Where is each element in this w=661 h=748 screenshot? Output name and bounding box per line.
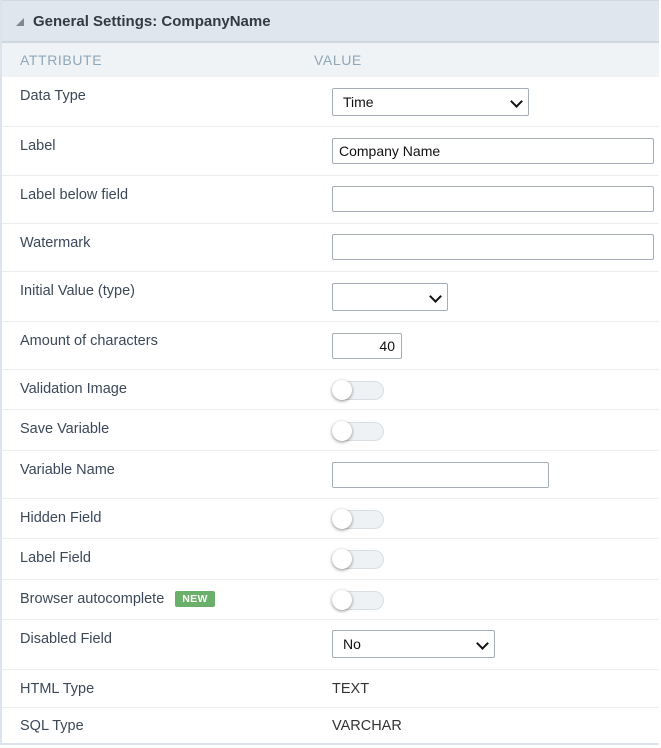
row-label-text: Browser autocomplete: [20, 591, 165, 607]
row-variable-name: Variable Name: [2, 451, 659, 499]
row-label: Label: [20, 138, 56, 154]
toggle-knob: [332, 509, 352, 529]
row-label: Label below field: [20, 187, 129, 203]
row-initial-value: Initial Value (type): [2, 272, 659, 322]
browser-autocomplete-toggle[interactable]: [332, 590, 384, 610]
row-label: Hidden Field: [20, 510, 102, 526]
row-label: Initial Value (type): [20, 283, 135, 299]
validation-image-toggle[interactable]: [332, 380, 384, 400]
html-type-value: TEXT: [332, 681, 370, 697]
sql-type-value: VARCHAR: [332, 718, 402, 734]
toggle-knob: [332, 549, 352, 569]
watermark-input[interactable]: [332, 234, 654, 260]
row-label: Label Field: [20, 550, 91, 566]
row-label: Save Variable: [20, 421, 110, 437]
save-variable-toggle[interactable]: [332, 421, 384, 441]
row-label-below-field: Label below field: [2, 176, 659, 224]
column-headers: ATTRIBUTE VALUE: [2, 43, 659, 77]
row-label: Label Company Name: [2, 127, 659, 176]
amount-of-characters-input[interactable]: 40: [332, 333, 402, 359]
data-type-selected: Time: [343, 94, 374, 110]
row-label: SQL Type: [20, 718, 84, 734]
variable-name-input[interactable]: [332, 462, 549, 488]
row-label: Variable Name: [20, 462, 115, 478]
hidden-field-toggle[interactable]: [332, 509, 384, 529]
row-label: HTML Type: [20, 681, 95, 697]
collapse-triangle-icon[interactable]: [16, 18, 24, 26]
disabled-field-selected: No: [343, 636, 361, 652]
initial-value-select[interactable]: [332, 283, 448, 311]
label-below-field-input[interactable]: [332, 186, 654, 212]
label-input[interactable]: Company Name: [332, 138, 654, 164]
row-label: Browser autocomplete NEW: [2, 580, 332, 619]
general-settings-panel: General Settings: CompanyName ATTRIBUTE …: [0, 0, 659, 745]
label-field-toggle[interactable]: [332, 549, 384, 569]
toggle-knob: [332, 590, 352, 610]
new-badge: NEW: [175, 591, 215, 607]
value-column-header: VALUE: [314, 52, 362, 68]
row-validation-image: Validation Image: [2, 370, 659, 410]
toggle-knob: [332, 380, 352, 400]
row-html-type: HTML Type TEXT: [2, 670, 659, 708]
row-hidden-field: Hidden Field: [2, 499, 659, 539]
row-amount-of-characters: Amount of characters 40: [2, 322, 659, 370]
row-browser-autocomplete: Browser autocomplete NEW: [2, 580, 659, 620]
row-watermark: Watermark: [2, 224, 659, 272]
row-label: Amount of characters: [20, 333, 158, 349]
chevron-down-icon: [510, 95, 523, 108]
disabled-field-select[interactable]: No: [332, 630, 495, 658]
panel-title: General Settings: CompanyName: [33, 12, 271, 30]
row-label: Disabled Field: [20, 631, 112, 647]
row-label: Watermark: [20, 235, 91, 251]
row-label: Data Type: [20, 88, 86, 104]
panel-header[interactable]: General Settings: CompanyName: [2, 0, 659, 43]
row-label-field: Label Field: [2, 539, 659, 580]
toggle-knob: [332, 421, 352, 441]
row-sql-type: SQL Type VARCHAR: [2, 708, 659, 746]
row-save-variable: Save Variable: [2, 410, 659, 451]
row-disabled-field: Disabled Field No: [2, 620, 659, 670]
attribute-column-header: ATTRIBUTE: [20, 52, 103, 68]
data-type-select[interactable]: Time: [332, 88, 529, 116]
chevron-down-icon: [476, 637, 489, 650]
row-data-type: Data Type Time: [2, 77, 659, 127]
row-label: Validation Image: [20, 381, 127, 397]
chevron-down-icon: [429, 290, 442, 303]
